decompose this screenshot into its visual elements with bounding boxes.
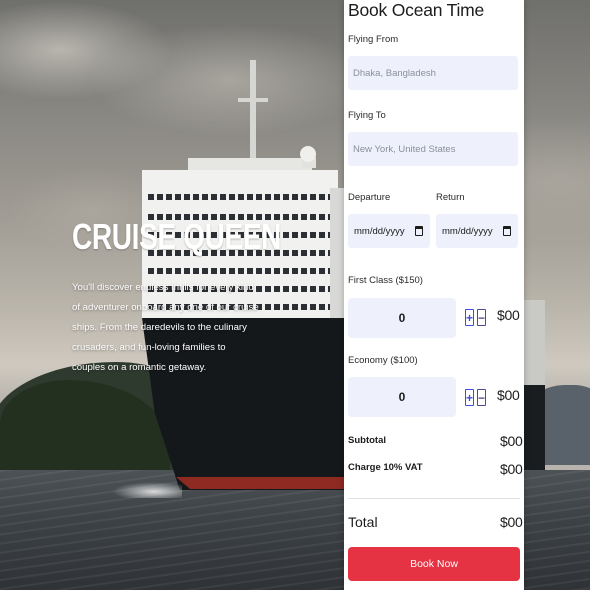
ship-waterline bbox=[176, 477, 352, 489]
flying-to-label: Flying To bbox=[348, 110, 386, 121]
flying-to-input[interactable]: New York, United States bbox=[348, 132, 518, 166]
minus-icon[interactable]: − bbox=[477, 309, 486, 326]
ship-radar bbox=[300, 146, 316, 162]
return-label: Return bbox=[436, 192, 465, 203]
bow-spray bbox=[112, 482, 182, 498]
economy-quantity-input[interactable]: 0 bbox=[348, 377, 456, 417]
total-value: $00 bbox=[500, 514, 523, 530]
ship-mast bbox=[250, 60, 256, 160]
total-label: Total bbox=[348, 514, 378, 530]
plus-icon[interactable]: + bbox=[465, 389, 474, 406]
vat-label: Charge 10% VAT bbox=[348, 462, 423, 473]
departure-label: Departure bbox=[348, 192, 391, 203]
subtotal-label: Subtotal bbox=[348, 435, 386, 446]
booking-title: Book Ocean Time bbox=[348, 0, 485, 20]
book-now-button[interactable]: Book Now bbox=[348, 547, 520, 581]
hero-title: CRUISE QUEEN bbox=[72, 216, 282, 257]
subtotal-value: $00 bbox=[500, 433, 523, 449]
calendar-icon[interactable] bbox=[415, 226, 423, 236]
booking-panel: Book Ocean Time Flying From Dhaka, Bangl… bbox=[344, 0, 524, 590]
departure-date-input[interactable]: mm/dd/yyyy bbox=[348, 214, 430, 248]
economy-label: Economy ($100) bbox=[348, 355, 418, 366]
calendar-icon[interactable] bbox=[503, 226, 511, 236]
flying-from-label: Flying From bbox=[348, 34, 399, 45]
distant-ship bbox=[523, 300, 545, 470]
ship-mast-bar bbox=[238, 98, 268, 102]
flying-from-placeholder: Dhaka, Bangladesh bbox=[353, 67, 436, 79]
plus-icon[interactable]: + bbox=[465, 309, 474, 326]
economy-price: $00 bbox=[497, 387, 520, 403]
hero-description: You'll discover endless thrills for ever… bbox=[72, 282, 259, 373]
departure-date-value: mm/dd/yyyy bbox=[354, 225, 405, 237]
flying-from-input[interactable]: Dhaka, Bangladesh bbox=[348, 56, 518, 90]
return-date-value: mm/dd/yyyy bbox=[442, 225, 493, 237]
first-class-quantity-input[interactable]: 0 bbox=[348, 298, 456, 338]
flying-to-placeholder: New York, United States bbox=[353, 143, 456, 155]
return-date-input[interactable]: mm/dd/yyyy bbox=[436, 214, 518, 248]
vat-value: $00 bbox=[500, 461, 523, 477]
first-class-price: $00 bbox=[497, 307, 520, 323]
total-divider bbox=[348, 498, 520, 499]
first-class-label: First Class ($150) bbox=[348, 275, 423, 286]
minus-icon[interactable]: − bbox=[477, 389, 486, 406]
